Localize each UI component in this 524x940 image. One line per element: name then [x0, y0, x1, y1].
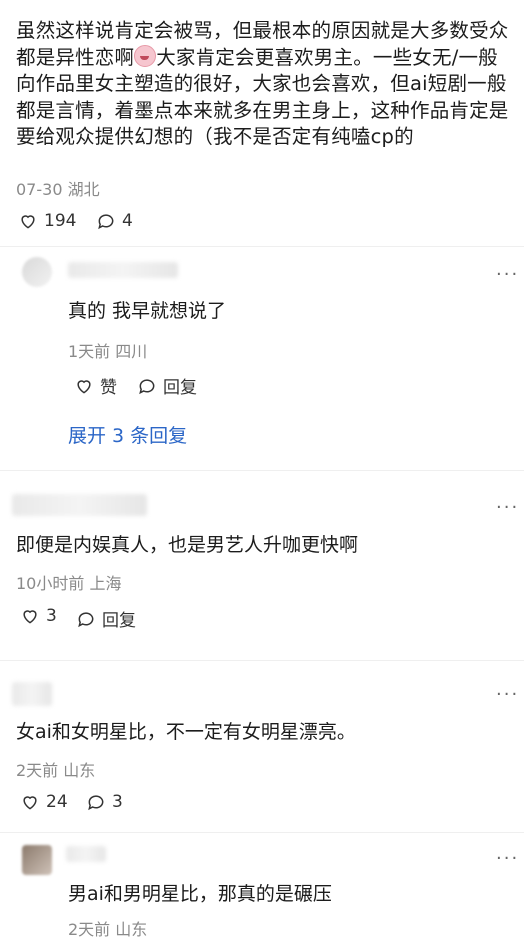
comment-bubble-icon: [139, 378, 155, 394]
reply-label: 回复: [163, 378, 197, 398]
reply-text: 女ai和女明星比，不一定有女明星漂亮。: [16, 721, 356, 743]
comment-bubble-icon: [98, 214, 114, 230]
more-options-icon[interactable]: ···: [496, 264, 519, 285]
more-options-icon[interactable]: ···: [496, 497, 519, 518]
post-like-count: 194: [44, 211, 77, 231]
divider: [0, 660, 524, 661]
post-like-button[interactable]: 194: [18, 211, 76, 231]
expand-replies-link[interactable]: 展开 3 条回复: [68, 421, 187, 448]
heart-icon: [23, 610, 37, 624]
like-count: 24: [46, 792, 68, 812]
reply-like-button[interactable]: 3: [20, 606, 57, 626]
username-blurred[interactable]: [66, 846, 106, 862]
comment-bubble-icon: [88, 795, 104, 811]
comment-count: 3: [112, 792, 123, 812]
comment-bubble-icon: [78, 611, 94, 627]
reply-label: 回复: [102, 611, 136, 631]
post-comment-count: 4: [122, 211, 133, 231]
crying-emoji-icon: [134, 44, 157, 67]
reply-text: 真的 我早就想说了: [68, 300, 227, 322]
post-comment-button[interactable]: 4: [96, 211, 133, 231]
heart-icon: [77, 379, 91, 394]
reply-text: 即便是内娱真人，也是男艺人升咖更快啊: [16, 534, 359, 556]
reply-like-button[interactable]: 赞: [74, 373, 117, 398]
heart-icon: [23, 796, 37, 810]
avatar[interactable]: [22, 257, 52, 287]
reply-meta: 2天前 山东: [16, 761, 96, 780]
reply-reply-button[interactable]: 回复: [137, 373, 197, 398]
divider: [0, 246, 524, 247]
reply-text: 男ai和男明星比，那真的是碾压: [68, 883, 332, 905]
reply-reply-button[interactable]: 回复: [76, 606, 136, 631]
reply-like-button[interactable]: 24: [20, 792, 68, 812]
post-meta: 07-30 湖北: [16, 180, 100, 199]
more-options-icon[interactable]: ···: [496, 848, 519, 869]
more-options-icon[interactable]: ···: [496, 684, 519, 705]
cut-off-top-text: [0, 0, 524, 6]
username-blurred[interactable]: [12, 494, 147, 516]
username-blurred[interactable]: [12, 682, 52, 706]
reply-meta: 1天前 四川: [68, 342, 148, 361]
username-blurred[interactable]: [68, 262, 178, 278]
reply-meta: 2天前 山东: [68, 920, 148, 939]
reply-meta: 10小时前 上海: [16, 574, 122, 593]
divider: [0, 470, 524, 471]
like-label: 赞: [100, 378, 117, 398]
avatar[interactable]: [22, 845, 52, 875]
like-count: 3: [46, 606, 57, 626]
post-body: 虽然这样说肯定会被骂，但最根本的原因就是大多数受众都是异性恋啊 大家肯定会更喜欢男…: [16, 18, 512, 151]
reply-comment-button[interactable]: 3: [86, 792, 123, 812]
divider: [0, 832, 524, 833]
heart-icon: [21, 215, 35, 229]
